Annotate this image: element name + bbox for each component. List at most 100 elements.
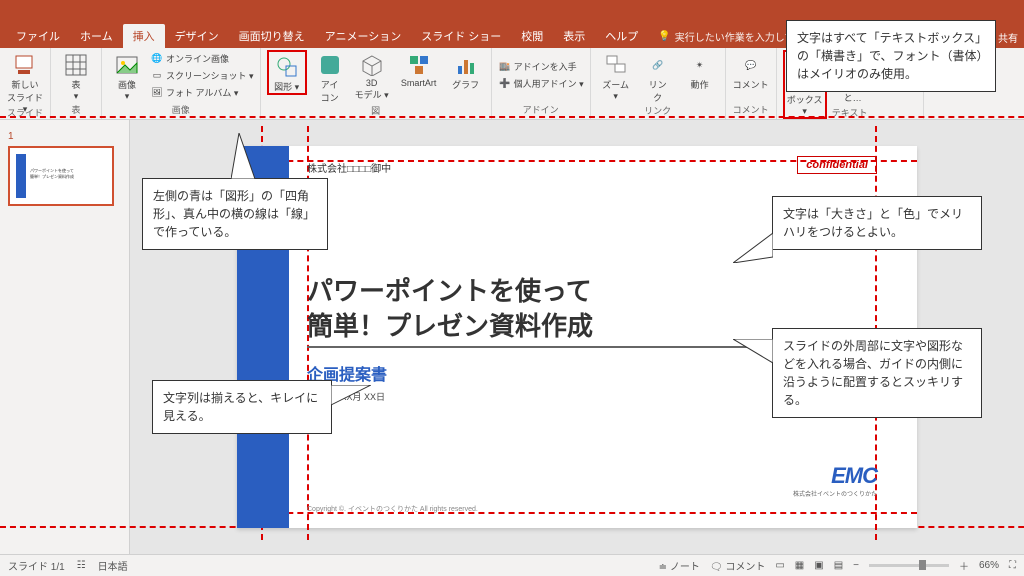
link-icon: 🔗: [647, 54, 669, 76]
smartart-label: SmartArt: [401, 78, 437, 88]
link-label: リン ク: [649, 78, 667, 104]
smartart-icon: [408, 54, 430, 76]
smartart-button[interactable]: SmartArt: [395, 50, 443, 88]
callout-tail-icon: [331, 385, 371, 415]
slide-thumbnail-1[interactable]: パワーポイントを使って簡単！プレゼン資料作成: [8, 146, 114, 206]
fit-button[interactable]: ⛶: [1009, 560, 1016, 571]
image-label: 画像 ▾: [118, 78, 136, 102]
tab-insert[interactable]: 挿入: [123, 24, 165, 48]
model3d-button[interactable]: 3D モデル ▾: [353, 50, 391, 101]
thumb-blue-rect: [16, 154, 26, 198]
group-addin: 🏬アドインを入手 ➕個人用アドイン ▾ アドイン: [492, 48, 591, 119]
icons-icon: [319, 54, 341, 76]
slide-number: 1: [8, 131, 14, 142]
tab-home[interactable]: ホーム: [70, 24, 123, 48]
tab-view[interactable]: 表示: [553, 24, 595, 48]
screenshot-button[interactable]: ▭スクリーンショット ▾: [150, 67, 254, 83]
callout-contrast: 文字は「大きさ」と「色」でメリハリをつけるとよい。: [772, 196, 982, 250]
action-label: 動作: [691, 78, 709, 91]
thumb-text: パワーポイントを使って簡単！プレゼン資料作成: [30, 168, 106, 180]
action-button[interactable]: ✴ 動作: [681, 50, 719, 91]
table-label: 表 ▾: [71, 78, 80, 102]
zoom-out-button[interactable]: −: [853, 560, 859, 571]
logo[interactable]: EMC 株式会社イベントのつくりかた: [793, 463, 877, 498]
tab-help[interactable]: ヘルプ: [595, 24, 648, 48]
view-sorter-icon[interactable]: ▦: [795, 560, 804, 571]
guide-horizontal: [0, 116, 1024, 118]
tab-review[interactable]: 校閲: [511, 24, 553, 48]
zoom-icon: [605, 54, 627, 76]
company-text[interactable]: 株式会社□□□□御中: [307, 160, 391, 175]
comments-button[interactable]: 🗨 コメント: [710, 558, 765, 573]
zoom-thumb[interactable]: [919, 560, 926, 570]
online-image-button[interactable]: 🌐オンライン画像: [150, 50, 254, 66]
group-comment: 💬 コメント コメント: [726, 48, 777, 119]
callout-tail-icon: [733, 339, 773, 369]
shapes-button[interactable]: 図形 ▾: [267, 50, 307, 95]
zoom-button[interactable]: ズーム ▾: [597, 50, 635, 102]
addin-icon: ➕: [498, 76, 512, 90]
action-icon: ✴: [689, 54, 711, 76]
status-slide[interactable]: スライド 1/1: [8, 558, 65, 573]
album-icon: 🖼: [150, 85, 164, 99]
view-slideshow-icon[interactable]: ▤: [834, 560, 843, 571]
tab-slideshow[interactable]: スライド ショー: [411, 24, 511, 48]
image-button[interactable]: 画像 ▾: [108, 50, 146, 102]
group-illustration: 図形 ▾ アイ コン 3D モデル ▾ SmartArt グラフ 図: [261, 48, 492, 119]
title-line1[interactable]: パワーポイントを使って: [307, 271, 592, 308]
cube-icon: [361, 54, 383, 76]
group-link: ズーム ▾ 🔗 リン ク ✴ 動作 リンク: [591, 48, 726, 119]
group-table: 表 ▾ 表: [51, 48, 102, 119]
title-line2[interactable]: 簡単！プレゼン資料作成: [307, 306, 593, 343]
new-slide-icon: [14, 54, 36, 76]
group-comment-label: コメント: [732, 103, 770, 117]
model3d-label: 3D モデル ▾: [355, 78, 389, 101]
callout-align: 文字列は揃えると、キレイに見える。: [152, 380, 332, 434]
chart-icon: [455, 54, 477, 76]
getaddin-button[interactable]: 🏬アドインを入手: [498, 58, 584, 74]
zoom-level[interactable]: 66%: [979, 560, 999, 571]
link-button[interactable]: 🔗 リン ク: [639, 50, 677, 104]
comment-icon: 💬: [740, 54, 762, 76]
tab-file[interactable]: ファイル: [6, 24, 70, 48]
zoom-in-button[interactable]: ＋: [959, 558, 969, 573]
share-button[interactable]: 共有: [998, 30, 1018, 45]
view-reading-icon[interactable]: ▣: [814, 560, 823, 571]
notes-button[interactable]: ≐ ノート: [659, 558, 700, 573]
chart-label: グラフ: [452, 78, 479, 91]
status-bar: スライド 1/1 ☷ 日本語 ≐ ノート 🗨 コメント ▭ ▦ ▣ ▤ − ＋ …: [0, 554, 1024, 576]
table-button[interactable]: 表 ▾: [57, 50, 95, 102]
group-image-label: 画像: [108, 103, 254, 117]
comment-button[interactable]: 💬 コメント: [732, 50, 770, 91]
store-icon: 🏬: [498, 59, 512, 73]
callout-tail-icon: [231, 133, 255, 179]
copyright[interactable]: Copyright ©. イベントのつくりかた All rights reser…: [307, 504, 478, 514]
globe-icon: 🌐: [150, 51, 164, 65]
callout-textbox: 文字はすべて「テキストボックス」の「横書き」で、フォント（書体）はメイリオのみ使…: [786, 20, 996, 92]
screenshot-icon: ▭: [150, 68, 164, 82]
myaddin-button[interactable]: ➕個人用アドイン ▾: [498, 75, 584, 91]
status-accessibility-icon[interactable]: ☷: [77, 560, 86, 571]
tab-design[interactable]: デザイン: [165, 24, 229, 48]
bulb-icon: 💡: [658, 31, 670, 42]
logo-sub: 株式会社イベントのつくりかた: [793, 489, 877, 498]
chart-button[interactable]: グラフ: [447, 50, 485, 91]
group-addin-label: アドイン: [498, 103, 584, 117]
group-image: 画像 ▾ 🌐オンライン画像 ▭スクリーンショット ▾ 🖼フォト アルバム ▾ 画…: [102, 48, 261, 119]
tab-transition[interactable]: 画面切り替え: [229, 24, 315, 48]
status-lang[interactable]: 日本語: [98, 558, 128, 573]
zoom-label: ズーム ▾: [602, 78, 629, 102]
album-button[interactable]: 🖼フォト アルバム ▾: [150, 84, 254, 100]
zoom-slider[interactable]: [869, 564, 949, 567]
group-table-label: 表: [57, 103, 95, 117]
shapes-icon: [276, 56, 298, 78]
shapes-label: 図形 ▾: [274, 80, 299, 93]
icons-button[interactable]: アイ コン: [311, 50, 349, 104]
callout-guide: スライドの外周部に文字や図形などを入れる場合、ガイドの内側に沿うように配置すると…: [772, 328, 982, 418]
logo-big: EMC: [793, 463, 877, 489]
icons-label: アイ コン: [321, 78, 339, 104]
confidential-label[interactable]: confidential: [797, 156, 877, 174]
table-icon: [65, 54, 87, 76]
tab-animation[interactable]: アニメーション: [315, 24, 412, 48]
view-normal-icon[interactable]: ▭: [775, 560, 784, 571]
